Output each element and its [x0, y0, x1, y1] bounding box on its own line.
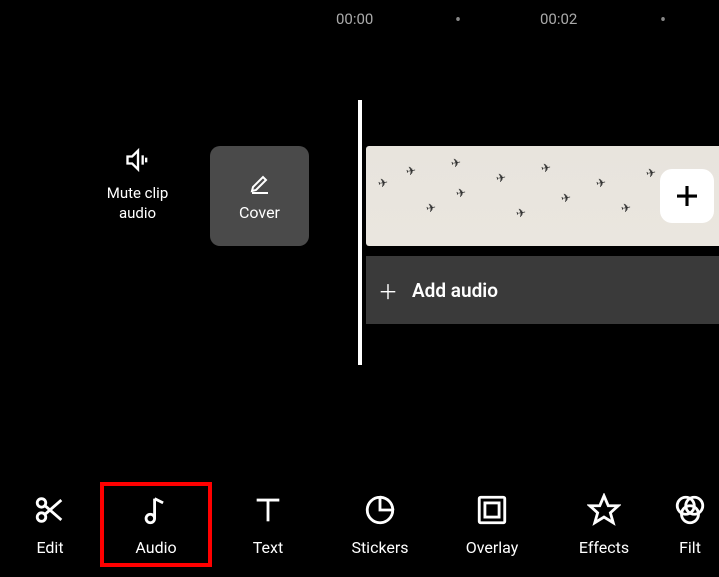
plus-icon: ＋ — [378, 276, 398, 305]
star-icon — [586, 492, 622, 528]
tool-label: Effects — [579, 538, 629, 557]
bottom-toolbar: Edit Audio Text Stickers — [0, 459, 719, 577]
left-controls: Mute clip audio Cover — [95, 146, 309, 246]
tool-overlay[interactable]: Overlay — [436, 482, 548, 567]
cover-label: Cover — [239, 203, 280, 222]
tool-label: Overlay — [466, 538, 519, 557]
tool-label: Audio — [135, 538, 176, 557]
tool-text[interactable]: Text — [212, 482, 324, 567]
tool-label: Text — [253, 538, 283, 557]
plus-icon — [672, 181, 702, 211]
tool-audio[interactable]: Audio — [100, 482, 212, 567]
edit-area: Mute clip audio Cover ✈ ✈ ✈ ✈ ✈ ✈ ✈ ✈ ✈ … — [0, 100, 719, 370]
mute-icon — [124, 146, 152, 174]
filters-icon — [672, 492, 708, 528]
time-dot: • — [455, 10, 461, 31]
time-label-0: 00:00 — [336, 10, 373, 28]
playhead[interactable] — [358, 100, 362, 365]
tool-label: Edit — [36, 538, 63, 557]
time-dot: • — [660, 10, 666, 31]
cover-button[interactable]: Cover — [210, 146, 309, 246]
tool-edit[interactable]: Edit — [0, 482, 100, 567]
tool-label: Stickers — [351, 538, 408, 557]
tool-stickers[interactable]: Stickers — [324, 482, 436, 567]
add-audio-track[interactable]: ＋ Add audio — [366, 256, 719, 324]
add-clip-button[interactable] — [660, 169, 714, 223]
mute-label: Mute clip audio — [107, 184, 169, 223]
scissors-icon — [32, 492, 68, 528]
tool-filters[interactable]: Filt — [660, 482, 719, 567]
mute-clip-audio-button[interactable]: Mute clip audio — [95, 146, 180, 223]
pencil-icon — [248, 171, 272, 195]
tool-label: Filt — [679, 538, 701, 557]
sticker-icon — [362, 492, 398, 528]
add-audio-label: Add audio — [412, 279, 498, 302]
timeline-ruler[interactable]: 00:00 • 00:02 • — [0, 10, 719, 30]
overlay-icon — [474, 492, 510, 528]
tool-effects[interactable]: Effects — [548, 482, 660, 567]
video-track[interactable]: ✈ ✈ ✈ ✈ ✈ ✈ ✈ ✈ ✈ ✈ ✈ ✈ — [366, 146, 719, 246]
text-icon — [250, 492, 286, 528]
music-note-icon — [138, 492, 174, 528]
time-label-1: 00:02 — [540, 10, 577, 28]
